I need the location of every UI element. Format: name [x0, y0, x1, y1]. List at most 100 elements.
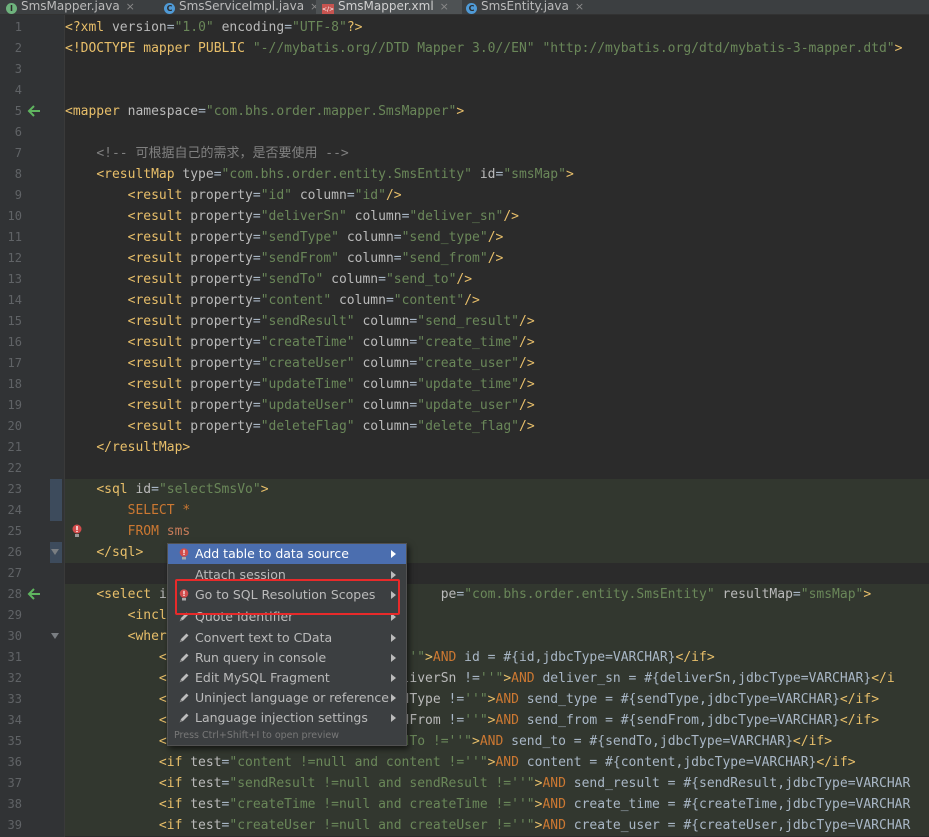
close-tab-icon[interactable]: ×	[575, 0, 584, 13]
code-token: !=	[440, 713, 465, 728]
code-line[interactable]: 32 < deliverSn !=''">AND deliver_sn = #{…	[0, 668, 929, 689]
code-line[interactable]: 12 <result property="sendFrom" column="s…	[0, 248, 929, 269]
code-line[interactable]: 27	[0, 563, 929, 584]
navigate-to-interface-icon[interactable]	[27, 104, 41, 118]
code-line[interactable]: 14 <result property="content" column="co…	[0, 290, 929, 311]
close-tab-icon[interactable]: ×	[126, 0, 135, 13]
code-token: resultMap	[722, 587, 793, 602]
code-line[interactable]: 21 </resultMap>	[0, 437, 929, 458]
tab-smsserviceimpl-java[interactable]: C SmsServiceImpl.java ×	[158, 0, 319, 14]
code-token: '"	[409, 650, 426, 665]
code-token: property	[190, 419, 253, 434]
code-token: property	[190, 293, 253, 308]
code-line[interactable]: 11 <result property="sendType" column="s…	[0, 227, 929, 248]
code-line[interactable]: 17 <result property="createUser" column=…	[0, 353, 929, 374]
menu-item-add-table-to-data-source[interactable]: Add table to data source	[168, 544, 406, 564]
code-token: "sendFrom"	[260, 251, 339, 266]
code-token: column	[362, 356, 410, 371]
code-line[interactable]: 39 <if test="createUser !=null and creat…	[0, 815, 929, 836]
menu-item-convert-text-to-cdata[interactable]: Convert text to CData	[168, 628, 406, 648]
code-line[interactable]: 7 <!-- 可根据自己的需求，是否要使用 -->	[0, 143, 929, 164]
navigate-to-interface-icon[interactable]	[27, 587, 41, 601]
code-token: column	[362, 398, 410, 413]
code-token: =	[252, 419, 261, 434]
code-text: <wher	[65, 626, 167, 647]
line-number: 14	[7, 293, 22, 307]
code-line[interactable]: 20 <result property="deleteFlag" column=…	[0, 416, 929, 437]
code-token: <result	[127, 272, 191, 287]
tab-smsmapper-java[interactable]: I SmsMapper.java ×	[0, 0, 158, 14]
code-text: <result property="deliverSn" column="del…	[65, 206, 519, 227]
code-line[interactable]: 18 <result property="updateTime" column=…	[0, 374, 929, 395]
code-line[interactable]: 13 <result property="sendTo" column="sen…	[0, 269, 929, 290]
code-token: create_time = #{createTime,jdbcType=VARC…	[565, 797, 911, 812]
code-token: <result	[127, 314, 191, 329]
menu-item-edit-mysql-fragment[interactable]: Edit MySQL Fragment	[168, 668, 406, 688]
code-line[interactable]: 3	[0, 59, 929, 80]
code-token: "createTime !=null and createTime !=''"	[229, 797, 535, 812]
close-tab-icon[interactable]: ×	[440, 0, 449, 13]
code-line[interactable]: 1 <?xml version="1.0" encoding="UTF-8"?>	[0, 17, 929, 38]
code-token: >	[565, 167, 574, 182]
code-line[interactable]: 15 <result property="sendResult" column=…	[0, 311, 929, 332]
code-token: "updateTime"	[260, 377, 355, 392]
code-token: i	[158, 587, 167, 602]
code-line[interactable]: 22	[0, 458, 929, 479]
code-token: <	[158, 650, 167, 665]
code-line[interactable]: 6	[0, 122, 929, 143]
line-number: 19	[7, 398, 22, 412]
code-token: create_user = #{createUser,jdbcType=VARC…	[565, 818, 911, 833]
code-token: column	[354, 209, 402, 224]
menu-item-language-injection-settings[interactable]: Language injection settings	[168, 708, 406, 728]
code-line[interactable]: 35 <if test="sendTo !=null and sendTo !=…	[0, 731, 929, 752]
code-token: <	[158, 671, 167, 686]
code-line[interactable]: 4	[0, 80, 929, 101]
code-token: column	[331, 272, 379, 287]
code-token: "createTime"	[260, 335, 355, 350]
tab-smsmapper-xml[interactable]: </> SmsMapper.xml ×	[316, 0, 462, 14]
menu-item-uninject-language-or-reference[interactable]: Uninject language or reference	[168, 688, 406, 708]
code-line[interactable]: 36 <if test="content !=null and content …	[0, 752, 929, 773]
line-number: 7	[14, 146, 22, 160]
code-line[interactable]: 25 FROM sms	[0, 521, 929, 542]
code-line[interactable]: 34 < endFrom !=''">AND send_from = #{sen…	[0, 710, 929, 731]
fold-icon[interactable]	[51, 633, 59, 639]
menu-item-run-query-in-console[interactable]: Run query in console	[168, 648, 406, 668]
fold-icon[interactable]	[51, 549, 59, 555]
code-line[interactable]: 28 <select i pe="com.bhs.order.entity.Sm…	[0, 584, 929, 605]
code-line[interactable]: 5 <mapper namespace="com.bhs.order.mapper…	[0, 101, 929, 122]
intention-actions-menu: Add table to data source Attach session Go…	[167, 543, 407, 746]
code-line[interactable]: 29 <incl	[0, 605, 929, 626]
code-line[interactable]: 10 <result property="deliverSn" column="…	[0, 206, 929, 227]
code-line[interactable]: 31 < '">AND id = #{id,jdbcType=VARCHAR}<…	[0, 647, 929, 668]
code-line[interactable]: 19 <result property="updateUser" column=…	[0, 395, 929, 416]
code-text: <resultMap type="com.bhs.order.entity.Sm…	[65, 164, 574, 185]
code-token: />	[519, 335, 535, 350]
code-token: =	[252, 251, 261, 266]
class-icon: C	[164, 3, 175, 14]
code-line[interactable]: 16 <result property="createTime" column=…	[0, 332, 929, 353]
code-token: column	[362, 314, 410, 329]
code-line[interactable]: 37 <if test="sendResult !=null and sendR…	[0, 773, 929, 794]
code-token: <result	[127, 356, 191, 371]
line-number: 34	[7, 713, 22, 727]
code-line[interactable]: 38 <if test="createTime !=null and creat…	[0, 794, 929, 815]
code-line[interactable]: 33 < endType !=''">AND send_type = #{sen…	[0, 689, 929, 710]
code-text: <!DOCTYPE mapper PUBLIC "-//mybatis.org/…	[65, 38, 902, 59]
code-line[interactable]: 8 <resultMap type="com.bhs.order.entity.…	[0, 164, 929, 185]
code-token: =	[346, 188, 355, 203]
code-line[interactable]: 24 SELECT *	[0, 500, 929, 521]
code-line[interactable]: 9 <result property="id" column="id"/>	[0, 185, 929, 206]
code-token: AND	[542, 776, 566, 791]
code-line[interactable]: 2 <!DOCTYPE mapper PUBLIC "-//mybatis.org…	[0, 38, 929, 59]
code-line[interactable]: 30 <wher	[0, 626, 929, 647]
code-token: "sendType"	[260, 230, 339, 245]
code-line[interactable]: 23 <sql id="selectSmsVo">	[0, 479, 929, 500]
tab-smsentity-java[interactable]: C SmsEntity.java ×	[460, 0, 596, 14]
code-token: "UTF-8"	[292, 20, 347, 35]
code-line[interactable]: 26 </sql>	[0, 542, 929, 563]
code-token: pe	[440, 587, 457, 602]
submenu-arrow-icon	[391, 654, 396, 662]
